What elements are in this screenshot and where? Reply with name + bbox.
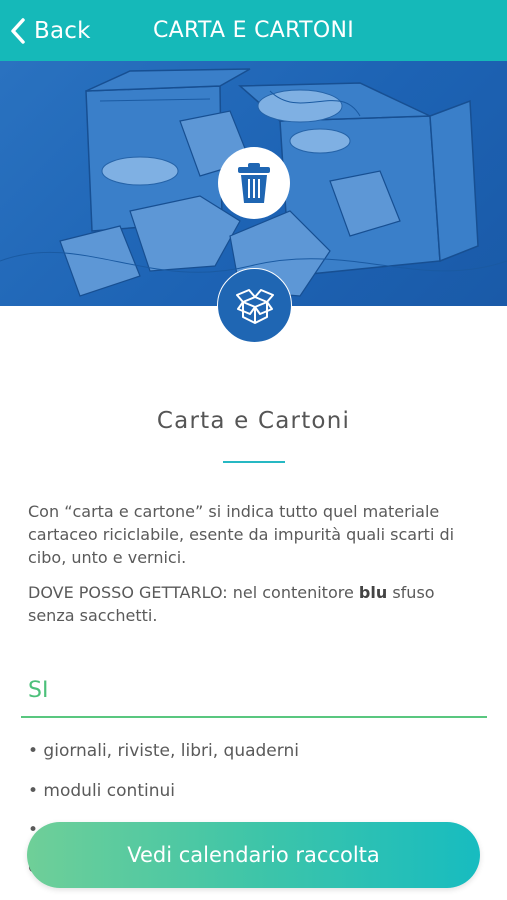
- section-title: Carta e Cartoni: [156, 408, 351, 434]
- list-item: • giornali, riviste, libri, quaderni: [28, 741, 299, 761]
- view-calendar-button[interactable]: Vedi calendario raccolta: [27, 822, 480, 888]
- list-item: • moduli continui: [28, 781, 175, 801]
- navigation-bar: Back CARTA E CARTONI: [0, 0, 507, 61]
- container-color: blu: [358, 583, 388, 602]
- page-title: CARTA E CARTONI: [152, 18, 355, 43]
- category-badge: [217, 268, 292, 343]
- open-box-icon: [235, 288, 274, 324]
- yes-section-divider: [21, 716, 487, 718]
- trash-icon-badge: [218, 147, 290, 219]
- description-text: Con “carta e cartone” si indica tutto qu…: [28, 502, 455, 567]
- trash-bin-icon: [238, 163, 270, 203]
- where-prefix: DOVE POSSO GETTARLO: nel contenitore: [28, 583, 354, 602]
- title-divider: [223, 461, 285, 463]
- disposal-instructions: DOVE POSSO GETTARLO: nel contenitore blu…: [28, 581, 483, 627]
- yes-section-heading: SI: [28, 678, 49, 703]
